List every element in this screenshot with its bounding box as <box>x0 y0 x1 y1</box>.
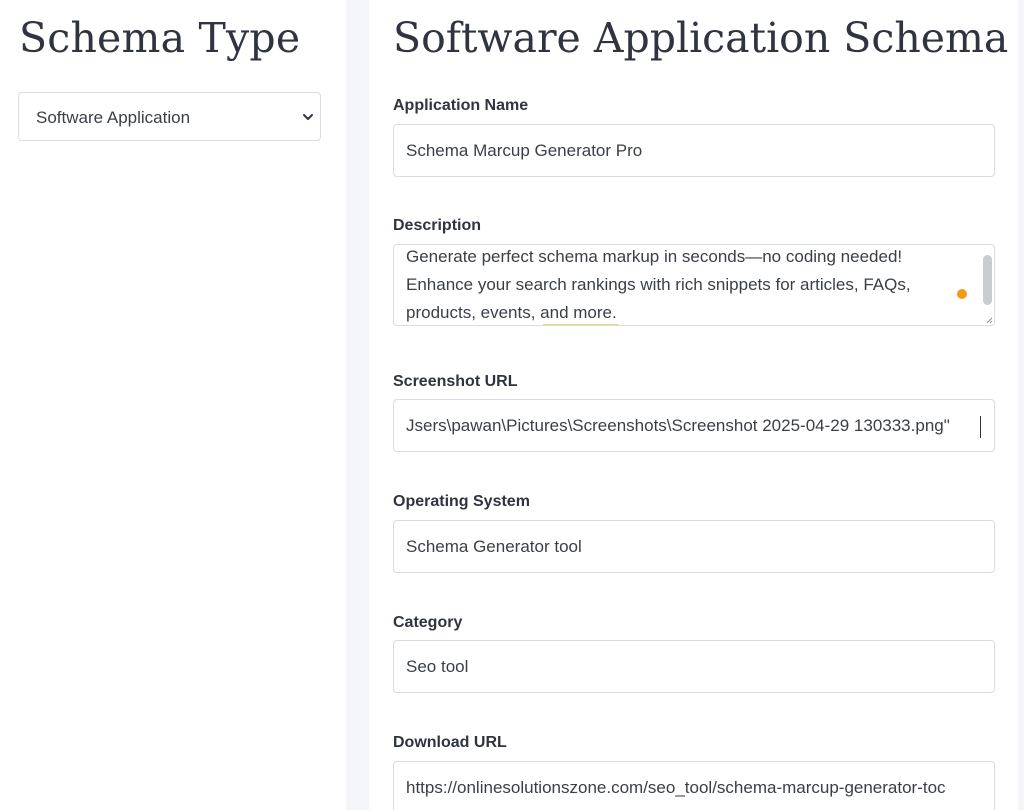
operating-system-label: Operating System <box>393 493 530 510</box>
description-line: Enhance your search rankings with rich s… <box>406 275 911 294</box>
page: Schema Type Software Application Softwar… <box>0 0 1024 810</box>
notification-dot <box>957 289 967 299</box>
category-value: Seo tool <box>406 657 469 676</box>
download-url-value: https://onlinesolutionszone.com/seo_tool… <box>406 778 946 797</box>
description-scrollbar-thumb[interactable] <box>983 255 992 305</box>
schema-type-title: Schema Type <box>19 14 301 62</box>
description-textarea[interactable]: Generate perfect schema markup in second… <box>393 244 995 326</box>
application-name-label: Application Name <box>393 97 529 114</box>
category-input[interactable]: Seo tool <box>393 640 995 693</box>
screenshot-url-label: Screenshot URL <box>393 373 518 390</box>
description-label: Description <box>393 217 482 234</box>
screenshot-url-input[interactable]: Jsers\pawan\Pictures\Screenshots\Screens… <box>393 399 995 452</box>
schema-type-panel: Schema Type Software Application <box>0 0 346 810</box>
spellcheck-underline <box>543 324 619 325</box>
schema-type-selected-value: Software Application <box>36 108 191 127</box>
download-url-input[interactable]: https://onlinesolutionszone.com/seo_tool… <box>393 761 995 810</box>
description-scrollbar[interactable] <box>981 245 993 325</box>
operating-system-input[interactable]: Schema Generator tool <box>393 520 995 573</box>
screenshot-url-value: Jsers\pawan\Pictures\Screenshots\Screens… <box>406 416 950 435</box>
schema-type-select[interactable]: Software Application <box>18 92 321 141</box>
description-line: products, events, and more. <box>406 303 617 322</box>
operating-system-value: Schema Generator tool <box>406 537 582 556</box>
category-label: Category <box>393 614 463 631</box>
software-application-form: Software Application Schema Application … <box>369 0 1018 810</box>
download-url-label: Download URL <box>393 734 507 751</box>
application-name-value: Schema Marcup Generator Pro <box>406 141 643 160</box>
description-line: Generate perfect schema markup in second… <box>406 247 903 266</box>
text-caret <box>980 416 981 438</box>
application-name-input[interactable]: Schema Marcup Generator Pro <box>393 124 995 177</box>
form-title: Software Application Schema <box>393 14 1009 62</box>
resize-handle-icon[interactable] <box>985 316 993 324</box>
description-text: Generate perfect schema markup in second… <box>406 245 966 325</box>
chevron-down-icon <box>303 114 313 120</box>
